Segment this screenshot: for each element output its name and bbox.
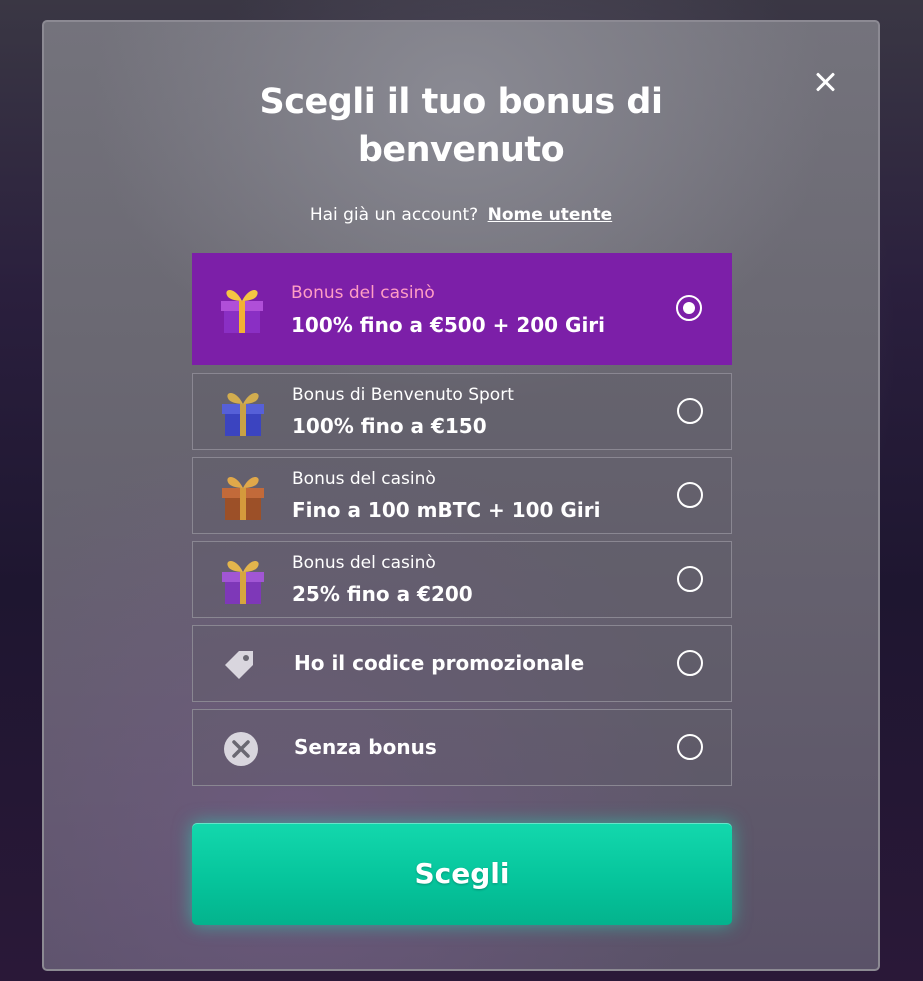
gift-icon [222, 561, 264, 604]
account-prompt: Hai già un account? [309, 205, 479, 225]
account-prompt-row: Hai già un account? Nome utente [44, 205, 878, 225]
option-title: Senza bonus [294, 735, 437, 759]
option-title: Ho il codice promozionale [294, 651, 585, 675]
option-subtitle: Bonus del casinò [292, 469, 436, 489]
gift-icon [222, 393, 264, 436]
radio-button[interactable] [677, 650, 703, 676]
login-link[interactable]: Nome utente [488, 205, 613, 225]
option-title: 100% fino a €150 [292, 414, 487, 438]
radio-button[interactable] [677, 482, 703, 508]
option-subtitle: Bonus di Benvenuto Sport [292, 385, 514, 405]
gift-icon [221, 290, 263, 333]
option-subtitle: Bonus del casinò [292, 553, 436, 573]
modal-title: Scegli il tuo bonus di benvenuto [259, 82, 663, 170]
radio-button[interactable] [677, 734, 703, 760]
no-bonus-option[interactable]: Senza bonus [192, 709, 732, 786]
option-title: Fino a 100 mBTC + 100 Giri [292, 498, 601, 522]
bonus-option-sport[interactable]: Bonus di Benvenuto Sport 100% fino a €15… [192, 373, 732, 450]
radio-button[interactable] [677, 398, 703, 424]
gift-icon [222, 477, 264, 520]
option-title: 100% fino a €500 + 200 Giri [291, 313, 606, 337]
radio-button[interactable] [677, 566, 703, 592]
bonus-option-casino-200[interactable]: Bonus del casinò 25% fino a €200 [192, 541, 732, 618]
radio-selected[interactable] [676, 295, 702, 321]
option-subtitle: Bonus del casinò [291, 283, 435, 303]
bonus-option-mbtc[interactable]: Bonus del casinò Fino a 100 mBTC + 100 G… [192, 457, 732, 534]
promo-code-option[interactable]: Ho il codice promozionale [192, 625, 732, 702]
no-bonus-icon [224, 732, 258, 766]
tag-icon [225, 651, 253, 679]
choose-button[interactable]: Scegli [192, 823, 732, 925]
welcome-bonus-modal: Scegli il tuo bonus di benvenuto Hai già… [42, 20, 880, 971]
option-title: 25% fino a €200 [292, 582, 473, 606]
bonus-option-casino-500[interactable]: Bonus del casinò 100% fino a €500 + 200 … [192, 253, 732, 365]
close-icon[interactable] [812, 69, 838, 95]
